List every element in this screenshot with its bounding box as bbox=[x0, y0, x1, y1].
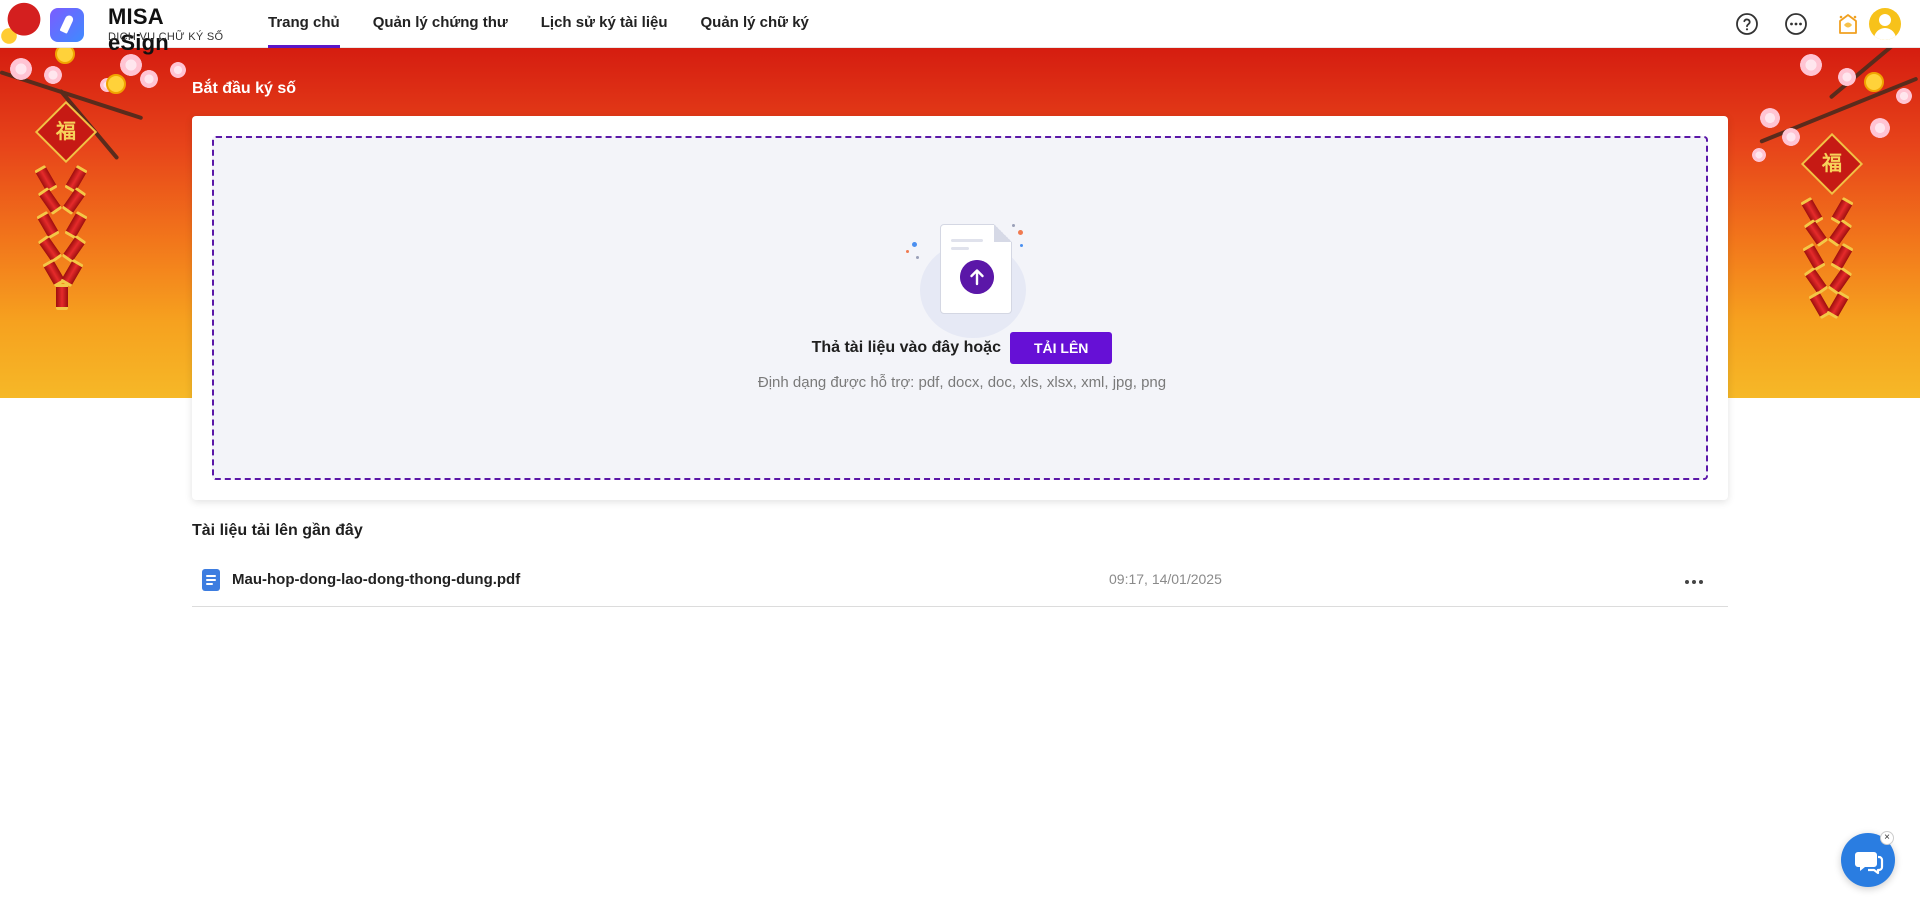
blossom bbox=[10, 58, 32, 80]
event-notification-icon[interactable] bbox=[1836, 12, 1860, 36]
document-upload-time: 09:17, 14/01/2025 bbox=[1109, 571, 1222, 587]
upload-arrow-icon bbox=[960, 260, 994, 294]
blossom bbox=[1800, 54, 1822, 76]
user-avatar[interactable] bbox=[1869, 8, 1901, 40]
gold-coin bbox=[1864, 72, 1884, 92]
esign-logo-icon bbox=[50, 8, 84, 42]
blossom bbox=[1870, 118, 1890, 138]
nav-tab-home[interactable]: Trang chủ bbox=[268, 0, 340, 48]
drop-prompt: Thả tài liệu vào đây hoặc TẢI LÊN bbox=[214, 332, 1710, 364]
blossom bbox=[1838, 68, 1856, 86]
nav-tab-certificates[interactable]: Quản lý chứng thư bbox=[373, 0, 508, 48]
top-bar: MISA eSign DỊCH VỤ CHỮ KÝ SỐ Trang chủ Q… bbox=[0, 0, 1920, 55]
blossom bbox=[1760, 108, 1780, 128]
chat-close-button[interactable]: × bbox=[1880, 831, 1894, 845]
page-title: Bắt đầu ký số bbox=[192, 80, 297, 97]
upload-button[interactable]: TẢI LÊN bbox=[1009, 332, 1113, 364]
blossom bbox=[170, 62, 186, 78]
more-options-icon[interactable] bbox=[1784, 12, 1808, 36]
gold-coin bbox=[55, 48, 75, 64]
nav-tab-signing-history[interactable]: Lịch sử ký tài liệu bbox=[541, 0, 668, 48]
firecrackers bbox=[1800, 196, 1862, 358]
recent-documents-title: Tài liệu tải lên gần đây bbox=[192, 522, 363, 539]
upload-card: Thả tài liệu vào đây hoặc TẢI LÊN Định d… bbox=[192, 116, 1728, 500]
upload-document-illustration bbox=[904, 220, 1034, 340]
logo[interactable]: MISA eSign DỊCH VỤ CHỮ KÝ SỐ bbox=[0, 0, 230, 55]
main-nav: Trang chủ Quản lý chứng thư Lịch sử ký t… bbox=[268, 0, 842, 48]
blossom bbox=[1896, 88, 1912, 104]
firecrackers bbox=[34, 164, 96, 326]
fu-lantern: 福 bbox=[1800, 132, 1864, 196]
blossom bbox=[140, 70, 158, 88]
blossom bbox=[1782, 128, 1800, 146]
drop-zone[interactable]: Thả tài liệu vào đây hoặc TẢI LÊN Định d… bbox=[212, 136, 1708, 480]
document-icon bbox=[202, 569, 220, 591]
gold-coin bbox=[106, 74, 126, 94]
blossom bbox=[120, 54, 142, 76]
document-name[interactable]: Mau-hop-dong-lao-dong-thong-dung.pdf bbox=[232, 571, 520, 588]
row-more-actions-icon[interactable] bbox=[1682, 570, 1706, 594]
brand-subtitle: DỊCH VỤ CHỮ KÝ SỐ bbox=[108, 31, 224, 43]
recent-document-row[interactable]: Mau-hop-dong-lao-dong-thong-dung.pdf 09:… bbox=[192, 558, 1728, 607]
fu-lantern: 福 bbox=[34, 100, 98, 164]
nav-tab-signatures[interactable]: Quản lý chữ ký bbox=[701, 0, 809, 48]
supported-formats: Định dạng được hỗ trợ: pdf, docx, doc, x… bbox=[757, 374, 1167, 391]
help-icon[interactable] bbox=[1735, 12, 1759, 36]
blossom bbox=[44, 66, 62, 84]
brand-title: MISA eSign bbox=[108, 4, 169, 55]
blossom bbox=[1752, 148, 1766, 162]
drop-instruction: Thả tài liệu vào đây hoặc bbox=[811, 339, 1001, 356]
